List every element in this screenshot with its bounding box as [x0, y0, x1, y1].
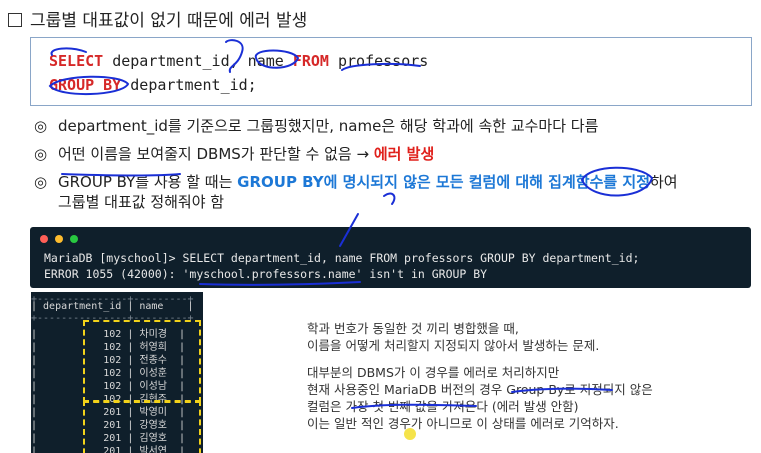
- group-102-highlight: [83, 320, 201, 403]
- error-emphasis: 에러 발생: [373, 145, 435, 163]
- maximize-dot-icon: [70, 235, 78, 243]
- terminal-command: MariaDB [myschool]> SELECT department_id…: [44, 251, 640, 265]
- bullet-text-line2: 그룹별 대표값 정해줘야 함: [58, 193, 225, 211]
- bullet-list: ◎ department_id를 기준으로 그룹핑했지만, name은 해당 학…: [34, 116, 754, 220]
- code-line-2: GROUP BY department_id;: [49, 76, 257, 94]
- bullet-item: ◎ 어떤 이름을 보여줄지 DBMS가 판단할 수 없음 → 에러 발생: [34, 144, 754, 164]
- pointer-highlight-icon: [404, 428, 416, 440]
- bullet-text: GROUP BY를 사용 할 때는: [58, 173, 238, 191]
- bullseye-icon: ◎: [34, 145, 48, 163]
- bullet-text: department_id를 기준으로 그룹핑했지만, name은 해당 학과에…: [58, 117, 599, 135]
- note-line: 컬럼은 가장 첫 번째 값을 가져온다 (에러 발생 안함): [307, 399, 579, 414]
- table-header: | department_id | name |: [31, 301, 194, 312]
- checkbox-square-icon: [8, 13, 22, 27]
- sql-code-box: SELECT department_id, name FROM professo…: [30, 37, 752, 106]
- bullet-item: ◎ GROUP BY를 사용 할 때는 GROUP BY에 명시되지 않은 모든…: [34, 172, 754, 212]
- code-group-column: department_id;: [121, 76, 257, 94]
- keyword-group-by: GROUP BY: [49, 76, 122, 94]
- note-line: 대부분의 DBMS가 이 경우를 에러로 처리하지만: [307, 365, 560, 380]
- note-line: 이름을 어떻게 처리할지 지정되지 않아서 발생하는 문제.: [307, 338, 600, 353]
- slide-title-text: 그룹별 대표값이 없기 때문에 에러 발생: [30, 11, 308, 31]
- slide-title: 그룹별 대표값이 없기 때문에 에러 발생: [8, 6, 307, 31]
- code-table: professors: [328, 52, 429, 70]
- bullseye-icon: ◎: [34, 117, 48, 135]
- note-line: 이는 일반 적인 경우가 아니므로 이 상태를 에러로 기억하자.: [307, 416, 619, 431]
- bullet-text: 어떤 이름을 보여줄지 DBMS가 판단할 수 없음 →: [58, 145, 374, 163]
- note-line: 학과 번호가 동일한 것 끼리 병합했을 때,: [307, 321, 519, 336]
- code-line-1: SELECT department_id, name FROM professo…: [49, 52, 428, 70]
- rule-emphasis: GROUP BY에 명시되지 않은 모든 컬럼에 대해 집계함수를 지정: [237, 173, 650, 191]
- explanation-notes: 학과 번호가 동일한 것 끼리 병합했을 때, 이름을 어떻게 처리할지 지정되…: [307, 320, 653, 432]
- bullet-item: ◎ department_id를 기준으로 그룹핑했지만, name은 해당 학…: [34, 116, 754, 136]
- code-columns: department_id, name: [103, 52, 293, 70]
- bullet-text-suffix: 하여: [650, 173, 678, 191]
- minimize-dot-icon: [55, 235, 63, 243]
- terminal-error: ERROR 1055 (42000): 'myschool.professors…: [44, 267, 488, 281]
- note-line: 현재 사용중인 MariaDB 버전의 경우 Group By로 지정되지 않은: [307, 382, 653, 397]
- close-dot-icon: [40, 235, 48, 243]
- query-result-panel: +---------------+---------+ | department…: [31, 292, 203, 453]
- bullseye-icon: ◎: [34, 173, 48, 191]
- keyword-from: FROM: [292, 52, 329, 70]
- terminal-window: MariaDB [myschool]> SELECT department_id…: [30, 227, 751, 288]
- group-201-highlight: [83, 400, 201, 453]
- keyword-select: SELECT: [49, 52, 104, 70]
